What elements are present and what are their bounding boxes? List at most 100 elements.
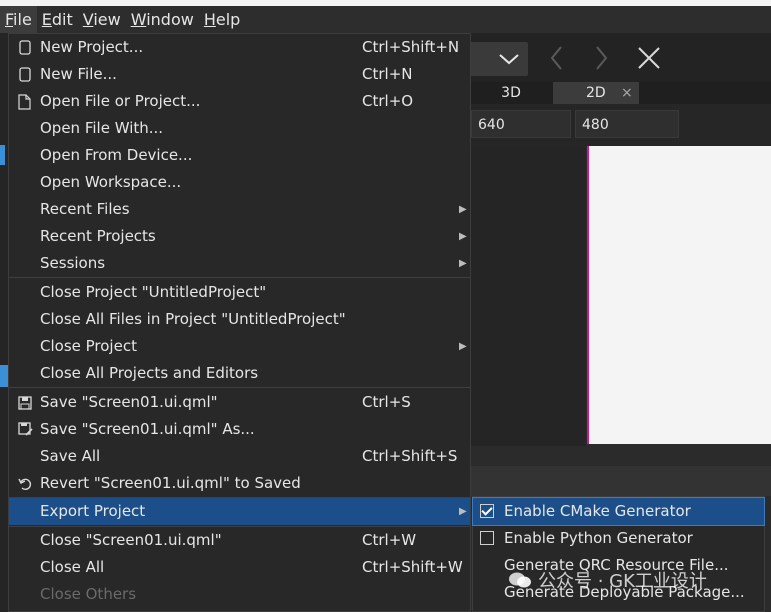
menu-item-label: New File...: [40, 65, 117, 83]
new-project-icon: [17, 34, 33, 61]
canvas-margin: [470, 146, 586, 446]
menu-window-label: indow: [146, 10, 194, 29]
menu-item-label: Export Project: [40, 502, 146, 520]
watermark-text: 公众号 · GK工业设计: [538, 571, 707, 592]
new-file-icon: [17, 61, 33, 88]
checkbox-unchecked-icon[interactable]: [480, 531, 494, 545]
submenu-item-label: Enable CMake Generator: [504, 502, 691, 520]
submenu-arrow-icon: ▶: [459, 204, 467, 215]
menu-file-mnemonic: F: [5, 10, 14, 29]
menu-item-close-all-files-in-project[interactable]: Close All Files in Project "UntitledProj…: [9, 306, 470, 333]
menu-item-label: Open File or Project...: [40, 92, 201, 110]
menu-item-recent-files[interactable]: Recent Files ▶: [9, 196, 470, 223]
menu-item-close-all[interactable]: Close All Ctrl+Shift+W: [9, 554, 470, 581]
menu-item-new-file[interactable]: New File... Ctrl+N: [9, 61, 470, 88]
menu-separator: [9, 387, 470, 388]
chevron-down-icon: [499, 54, 519, 65]
menu-item-label: Save "Screen01.ui.qml" As...: [40, 420, 255, 438]
menu-item-label: Open From Device...: [40, 146, 193, 164]
menu-item-open-file-with[interactable]: Open File With...: [9, 115, 470, 142]
menu-item-save-all[interactable]: Save All Ctrl+Shift+S: [9, 443, 470, 470]
menu-item-shortcut: Ctrl+Shift+S: [362, 447, 458, 465]
menu-item-label: Save "Screen01.ui.qml": [40, 393, 218, 411]
menu-window[interactable]: Window: [126, 6, 199, 33]
export-submenu: Enable CMake Generator Enable Python Gen…: [472, 496, 765, 612]
menu-item-label: Open File With...: [40, 119, 164, 137]
menu-item-label: Save All: [40, 447, 101, 465]
menu-item-label: Close "Screen01.ui.qml": [40, 531, 222, 549]
menu-item-close-project[interactable]: Close Project ▶: [9, 333, 470, 360]
revert-icon: [17, 470, 33, 497]
menu-file[interactable]: File: [0, 6, 37, 33]
submenu-arrow-icon: ▶: [459, 231, 467, 242]
menu-item-new-project[interactable]: New Project... Ctrl+Shift+N: [9, 34, 470, 61]
close-icon[interactable]: [637, 44, 661, 72]
design-canvas[interactable]: [587, 146, 771, 444]
tab-close-icon[interactable]: ×: [621, 82, 633, 104]
menu-item-label: Close Project: [40, 337, 137, 355]
menu-item-open-workspace[interactable]: Open Workspace...: [9, 169, 470, 196]
width-field[interactable]: 640: [471, 110, 571, 138]
menu-edit[interactable]: Edit: [37, 6, 78, 33]
menu-item-save-as[interactable]: Save "Screen01.ui.qml" As...: [9, 416, 470, 443]
back-arrow-icon[interactable]: [548, 44, 566, 72]
menu-item-shortcut: Ctrl+Shift+N: [362, 38, 460, 56]
menu-item-label: New Project...: [40, 38, 144, 56]
menu-item-label: Sessions: [40, 254, 106, 272]
menu-item-open-from-device[interactable]: Open From Device...: [9, 142, 470, 169]
wechat-icon: [509, 572, 531, 588]
menu-item-label: Close Project "UntitledProject": [40, 283, 267, 301]
menu-edit-label: dit: [51, 10, 73, 29]
submenu-arrow-icon: ▶: [459, 341, 467, 352]
menu-view-label: iew: [93, 10, 121, 29]
tab-2d[interactable]: 2D ×: [553, 82, 639, 104]
menu-separator: [9, 277, 470, 278]
menu-help[interactable]: Help: [199, 6, 245, 33]
left-panel-selection: [0, 365, 8, 387]
menu-item-sessions[interactable]: Sessions ▶: [9, 250, 470, 277]
height-field[interactable]: 480: [575, 110, 679, 138]
submenu-arrow-icon: ▶: [459, 258, 467, 269]
menu-item-shortcut: Ctrl+O: [362, 92, 414, 110]
tab-2d-label: 2D: [586, 85, 606, 101]
submenu-item-label: Enable Python Generator: [504, 529, 693, 547]
menu-item-save[interactable]: Save "Screen01.ui.qml" Ctrl+S: [9, 389, 470, 416]
menu-item-close-others: Close Others: [9, 581, 470, 608]
menu-item-close-all-projects[interactable]: Close All Projects and Editors: [9, 360, 470, 387]
menu-item-revert[interactable]: Revert "Screen01.ui.qml" to Saved: [9, 470, 470, 497]
menu-item-close-screen01[interactable]: Close "Screen01.ui.qml" Ctrl+W: [9, 527, 470, 554]
save-as-icon: [17, 416, 33, 443]
submenu-arrow-icon: ▶: [459, 506, 467, 517]
watermark: 公众号 · GK工业设计: [508, 567, 707, 593]
lower-panel-header: [470, 466, 771, 496]
menu-item-open-file-or-project[interactable]: Open File or Project... Ctrl+O: [9, 88, 470, 115]
left-panel-edge: [0, 33, 8, 612]
menu-item-label: Close Others: [40, 585, 137, 603]
tab-3d[interactable]: 3D: [470, 82, 552, 104]
menu-item-label: Close All Files in Project "UntitledProj…: [40, 310, 346, 328]
menu-item-shortcut: Ctrl+W: [362, 531, 417, 549]
menu-item-label: Recent Files: [40, 200, 130, 218]
submenu-item-enable-python[interactable]: Enable Python Generator: [473, 525, 764, 552]
menu-item-label: Close All: [40, 558, 105, 576]
menu-view[interactable]: View: [78, 6, 126, 33]
open-file-icon: [17, 88, 33, 115]
menu-file-label: ile: [13, 10, 32, 29]
menu-window-mnemonic: W: [130, 10, 147, 29]
forward-arrow-icon[interactable]: [592, 44, 610, 72]
file-menu: New Project... Ctrl+Shift+N New File... …: [8, 33, 471, 612]
menu-item-recent-projects[interactable]: Recent Projects ▶: [9, 223, 470, 250]
menu-item-shortcut: Ctrl+N: [362, 65, 413, 83]
menu-item-label: Revert "Screen01.ui.qml" to Saved: [40, 474, 301, 492]
menu-item-close-project-untitled[interactable]: Close Project "UntitledProject": [9, 279, 470, 306]
menu-help-mnemonic: H: [203, 10, 216, 29]
submenu-item-enable-cmake[interactable]: Enable CMake Generator: [472, 497, 765, 526]
left-panel-highlight: [0, 145, 5, 165]
menu-item-export-project[interactable]: Export Project ▶: [9, 498, 470, 525]
menu-item-label: Close All Projects and Editors: [40, 364, 259, 382]
menu-item-shortcut: Ctrl+Shift+W: [362, 558, 463, 576]
toolbar-dropdown[interactable]: [470, 42, 528, 76]
checkbox-checked-icon[interactable]: [480, 504, 494, 518]
menu-item-label: Recent Projects: [40, 227, 156, 245]
menubar: File Edit View Window Help: [0, 6, 771, 33]
